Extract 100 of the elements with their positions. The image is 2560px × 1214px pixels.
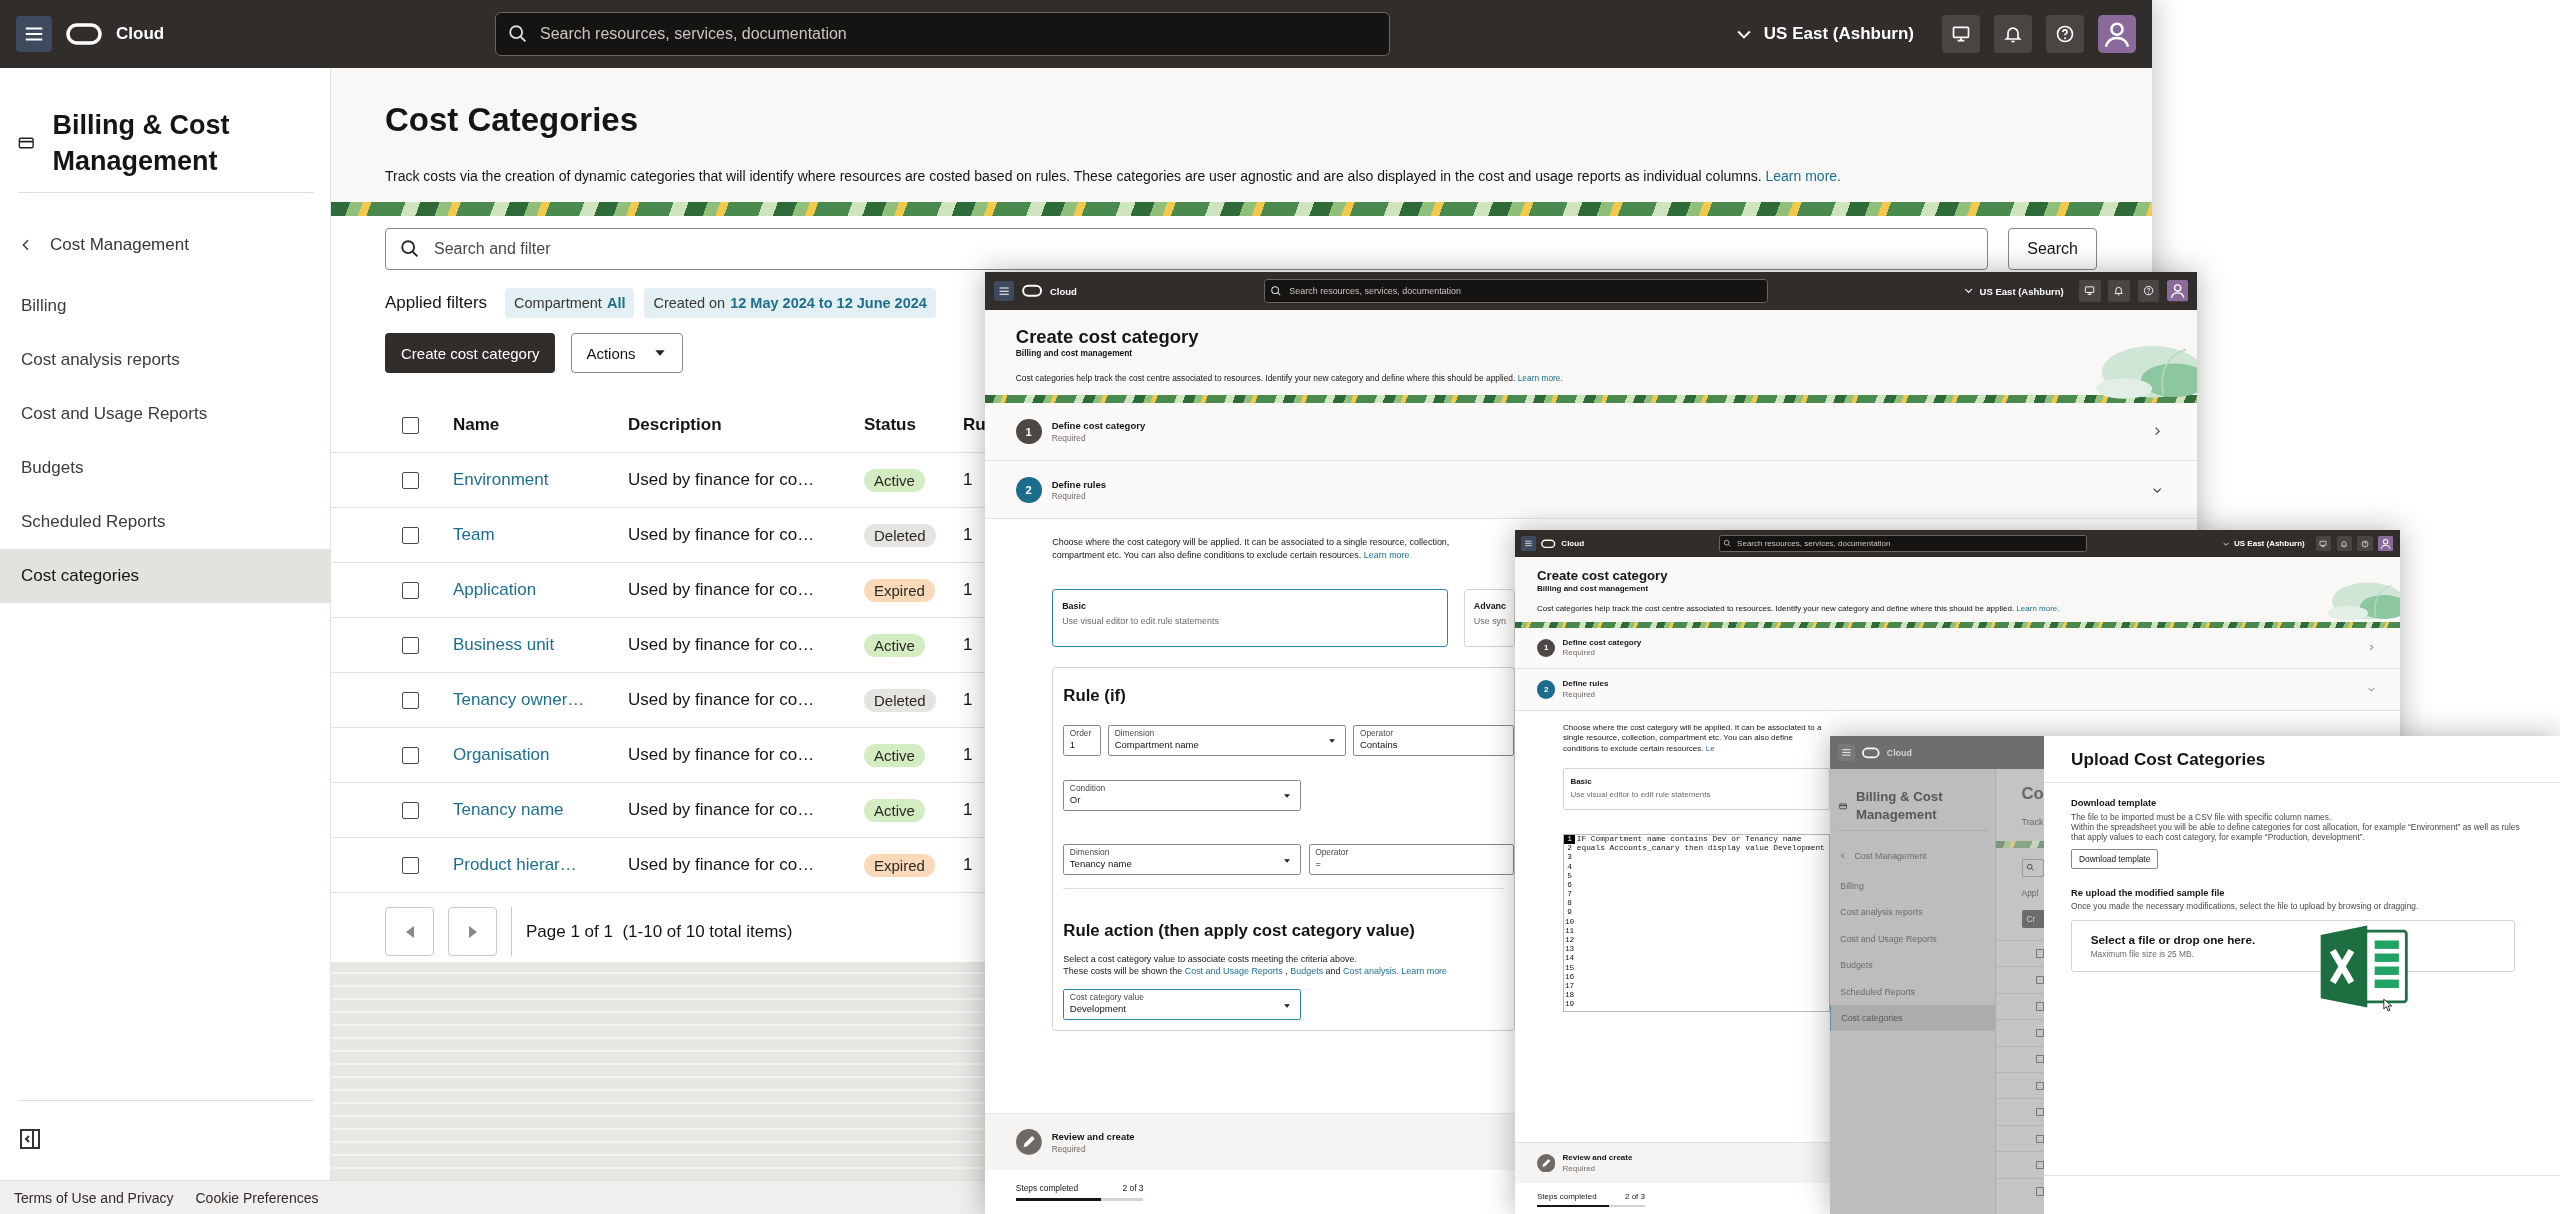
name-link[interactable]: Business unit <box>453 635 628 655</box>
input-field[interactable]: Operator Contains <box>1353 724 1514 756</box>
menu-button[interactable] <box>993 280 1015 302</box>
help-button[interactable] <box>2357 536 2373 552</box>
pencil-icon <box>1015 1129 1042 1156</box>
menu-button[interactable] <box>1521 536 1536 551</box>
page-title: Create cost category <box>1537 568 1669 585</box>
input-field[interactable]: Order 1 <box>1063 724 1101 756</box>
sidebar-item[interactable]: Cost categories <box>0 549 330 603</box>
select-field[interactable]: Dimension Compartment name <box>1108 724 1347 756</box>
notifications-button[interactable] <box>2108 280 2130 302</box>
sidebar-item[interactable]: Budgets <box>0 441 330 495</box>
region-selector[interactable]: US East (Ashburn) <box>1733 24 1914 44</box>
collapse-panel-icon[interactable] <box>18 1127 42 1151</box>
row-checkbox[interactable] <box>402 471 419 489</box>
user-avatar[interactable] <box>2378 536 2394 552</box>
filter-chip[interactable]: Compartment All <box>505 288 635 318</box>
announcements-button[interactable] <box>2079 280 2101 302</box>
user-avatar[interactable] <box>2166 280 2188 302</box>
step-header[interactable]: 2 Define rules Required <box>985 461 2197 520</box>
name-link[interactable]: Organisation <box>453 745 628 765</box>
filter-chip[interactable]: Created on 12 May 2024 to 12 June 2024 <box>644 288 936 318</box>
select-field[interactable]: Dimension Tenancy name <box>1063 844 1302 875</box>
inline-link[interactable]: Learn more <box>1401 966 1448 977</box>
notifications-button[interactable] <box>1994 15 2032 53</box>
sidebar-item[interactable]: Billing <box>0 279 330 333</box>
table-cell-text: 1 <box>963 745 974 765</box>
step-header[interactable]: Review and create Required <box>985 1113 1515 1171</box>
footer-link[interactable]: Terms of Use and Privacy <box>14 1189 174 1206</box>
notifications-button[interactable] <box>2336 536 2352 552</box>
row-checkbox[interactable] <box>2035 949 2045 958</box>
field-value: Or <box>1069 793 1082 806</box>
learn-more-link[interactable]: Le <box>1705 743 1715 753</box>
name-link[interactable]: Team <box>453 525 628 545</box>
brand-name: Cloud <box>1561 539 1585 549</box>
row-checkbox[interactable] <box>402 801 419 819</box>
input-field[interactable]: Operator = <box>1308 844 1514 875</box>
name-link[interactable]: Tenancy owner… <box>453 690 628 710</box>
search-field[interactable]: Search resources, services, documentation <box>1718 534 2087 553</box>
footer-link[interactable]: Cookie Preferences <box>195 1189 319 1206</box>
brand-name: Cloud <box>1049 285 1077 297</box>
name-link[interactable]: Product hierar… <box>453 855 628 875</box>
row-checkbox[interactable] <box>2035 1187 2045 1196</box>
search-button[interactable]: Search <box>2008 228 2097 270</box>
learn-more-link[interactable]: Learn more. <box>1517 372 1563 383</box>
help-button[interactable] <box>2137 280 2159 302</box>
learn-more-link[interactable]: Learn more. <box>1765 168 1841 184</box>
logo-icon <box>1021 284 1043 298</box>
inline-link[interactable]: Cost analysis. <box>1343 966 1399 977</box>
name-link[interactable]: Application <box>453 580 628 600</box>
row-checkbox[interactable] <box>402 581 419 599</box>
download-template-button[interactable]: Download template <box>2071 849 2159 869</box>
row-checkbox[interactable] <box>402 526 419 544</box>
row-checkbox[interactable] <box>402 746 419 764</box>
select-all-checkbox[interactable] <box>402 416 419 434</box>
name-link[interactable]: Environment <box>453 470 628 490</box>
announcements-button[interactable] <box>2315 536 2332 552</box>
sidebar-item[interactable]: Cost analysis reports <box>0 333 330 387</box>
mode-card[interactable]: Basic Use visual editor to edit rule statements <box>1052 588 1449 648</box>
step-header[interactable]: 1 Define cost category Required <box>1515 627 2400 670</box>
help-button[interactable] <box>2046 15 2084 53</box>
step-header[interactable]: Review and create Required <box>1515 1142 1831 1183</box>
row-checkbox[interactable] <box>2035 1002 2045 1011</box>
inline-link[interactable]: Cost and Usage Reports <box>1184 966 1283 977</box>
back-link[interactable]: Cost Management <box>0 219 330 271</box>
learn-more-link[interactable]: Learn more. <box>2016 604 2060 614</box>
row-checkbox[interactable] <box>402 856 419 874</box>
status-badge: Active <box>864 633 925 657</box>
search-field[interactable]: Search resources, services, documentation <box>494 12 1391 56</box>
actions-menu-button[interactable]: Actions <box>571 333 683 373</box>
name-link[interactable]: Tenancy name <box>453 800 628 820</box>
column-header[interactable]: Name <box>453 415 628 435</box>
column-header[interactable]: Status <box>864 415 963 435</box>
region-selector[interactable]: US East (Ashburn) <box>1962 285 2064 297</box>
inline-link[interactable]: Budgets <box>1290 966 1324 977</box>
sidebar-item[interactable]: Scheduled Reports <box>0 495 330 549</box>
pagination-text: Page 1 of 1 (1-10 of 10 total items) <box>526 921 793 942</box>
row-checkbox[interactable] <box>402 691 419 709</box>
page-title: Create cost category <box>1015 325 1200 349</box>
sidebar-item[interactable]: Cost and Usage Reports <box>0 387 330 441</box>
brand-name: Cloud <box>1886 747 1912 758</box>
create-button[interactable]: Create cost category <box>385 333 556 373</box>
select-field[interactable]: Cost category value Development <box>1063 989 1302 1020</box>
step-header[interactable]: 1 Define cost category Required <box>985 403 2197 462</box>
row-checkbox[interactable] <box>402 636 419 654</box>
search-field[interactable]: Search resources, services, documentation <box>1263 278 1768 304</box>
monitor-icon <box>1951 24 1971 44</box>
user-avatar[interactable] <box>2098 15 2136 53</box>
announcements-button[interactable] <box>1942 15 1980 53</box>
column-header[interactable]: Ru <box>963 415 985 435</box>
step-header[interactable]: 2 Define rules Required <box>1515 669 2400 711</box>
column-header[interactable]: Description <box>628 415 864 435</box>
menu-button[interactable] <box>16 16 52 52</box>
create-button[interactable]: Cr <box>2021 910 2045 928</box>
field-label: Dimension <box>1114 729 1156 739</box>
learn-more-link[interactable]: Learn more <box>1363 549 1410 560</box>
region-selector[interactable]: US East (Ashburn) <box>2222 539 2305 549</box>
status-badge: Active <box>864 743 925 767</box>
search-field[interactable]: Search and filter <box>385 228 1989 270</box>
select-field[interactable]: Condition Or <box>1063 779 1302 811</box>
